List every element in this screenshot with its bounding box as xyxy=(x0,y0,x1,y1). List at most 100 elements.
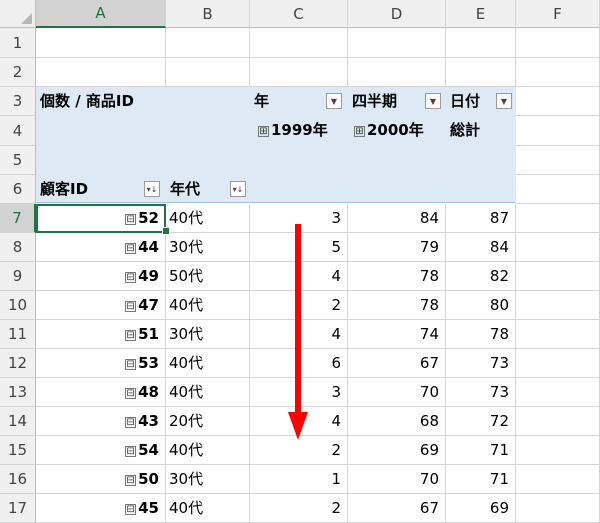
empty-cell[interactable] xyxy=(250,28,348,58)
age-cell[interactable]: 20代 xyxy=(166,407,250,436)
age-cell[interactable]: 30代 xyxy=(166,465,250,494)
grand-total-cell[interactable]: 69 xyxy=(446,494,516,523)
column-header-e[interactable]: E xyxy=(446,0,516,28)
row-header-15[interactable]: 15 xyxy=(0,436,36,465)
customer-id-cell[interactable]: ⊟ 50 xyxy=(36,465,166,494)
year-2000-count-cell[interactable]: 67 xyxy=(348,494,446,523)
collapse-icon[interactable]: ⊟ xyxy=(125,272,137,283)
customer-sort-dropdown[interactable]: ▾↓ xyxy=(144,181,160,197)
empty-cell[interactable] xyxy=(516,204,600,233)
customer-id-cell[interactable]: ⊟ 49 xyxy=(36,262,166,291)
empty-cell[interactable] xyxy=(516,58,600,87)
customer-id-cell[interactable]: ⊟ 48 xyxy=(36,378,166,407)
collapse-icon[interactable]: ⊟ xyxy=(125,417,137,428)
row-header-10[interactable]: 10 xyxy=(0,291,36,320)
empty-cell[interactable] xyxy=(516,116,600,146)
row-header-4[interactable]: 4 xyxy=(0,116,36,146)
row-header-5[interactable]: 5 xyxy=(0,146,36,175)
column-header-a[interactable]: A xyxy=(36,0,166,28)
row-header-2[interactable]: 2 xyxy=(0,58,36,87)
empty-cell[interactable] xyxy=(250,58,348,87)
empty-cell[interactable] xyxy=(516,291,600,320)
empty-cell[interactable] xyxy=(516,494,600,523)
grand-total-cell[interactable]: 73 xyxy=(446,378,516,407)
row-header-16[interactable]: 16 xyxy=(0,465,36,494)
grand-total-cell[interactable]: 87 xyxy=(446,204,516,233)
grand-total-cell[interactable]: 71 xyxy=(446,436,516,465)
age-cell[interactable]: 40代 xyxy=(166,204,250,233)
empty-cell[interactable] xyxy=(348,28,446,58)
empty-cell[interactable] xyxy=(516,349,600,378)
collapse-icon[interactable]: ⊟ xyxy=(125,446,137,457)
select-all-corner[interactable] xyxy=(0,0,36,28)
empty-cell[interactable] xyxy=(166,58,250,87)
row-header-13[interactable]: 13 xyxy=(0,378,36,407)
year-2000-count-cell[interactable]: 70 xyxy=(348,465,446,494)
empty-cell[interactable] xyxy=(446,28,516,58)
row-header-8[interactable]: 8 xyxy=(0,233,36,262)
age-cell[interactable]: 30代 xyxy=(166,233,250,262)
row-header-17[interactable]: 17 xyxy=(0,494,36,523)
customer-id-cell[interactable]: ⊟ 45 xyxy=(36,494,166,523)
row-header-3[interactable]: 3 xyxy=(0,87,36,116)
age-cell[interactable]: 50代 xyxy=(166,262,250,291)
fill-handle[interactable] xyxy=(162,227,170,235)
year-2000-header[interactable]: ⊞ 2000年 xyxy=(348,115,446,144)
age-cell[interactable]: 30代 xyxy=(166,320,250,349)
year-2000-count-cell[interactable]: 70 xyxy=(348,378,446,407)
customer-id-cell[interactable]: ⊟ 54 xyxy=(36,436,166,465)
grand-total-cell[interactable]: 78 xyxy=(446,320,516,349)
row-header-12[interactable]: 12 xyxy=(0,349,36,378)
empty-cell[interactable] xyxy=(516,87,600,116)
empty-cell[interactable] xyxy=(348,58,446,87)
cell-grid[interactable]: 個数 / 商品ID 年 ▼ 四半期 ▼ 日付 ▼ ⊞ 1999年 ⊞ 2000年 総… xyxy=(36,28,600,523)
collapse-icon[interactable]: ⊟ xyxy=(125,388,137,399)
column-header-d[interactable]: D xyxy=(348,0,446,28)
customer-id-cell[interactable]: ⊟ 43 xyxy=(36,407,166,436)
year-2000-count-cell[interactable]: 78 xyxy=(348,262,446,291)
age-cell[interactable]: 40代 xyxy=(166,436,250,465)
collapse-icon[interactable]: ⊟ xyxy=(125,301,137,312)
collapse-icon[interactable]: ⊟ xyxy=(125,475,137,486)
customer-id-cell[interactable]: ⊟ 44 xyxy=(36,233,166,262)
age-cell[interactable]: 40代 xyxy=(166,494,250,523)
grand-total-cell[interactable]: 71 xyxy=(446,465,516,494)
year-filter-dropdown[interactable]: ▼ xyxy=(326,93,342,109)
year-2000-count-cell[interactable]: 84 xyxy=(348,204,446,233)
empty-cell[interactable] xyxy=(36,58,166,87)
year-2000-count-cell[interactable]: 79 xyxy=(348,233,446,262)
customer-id-cell[interactable]: ⊟ 47 xyxy=(36,291,166,320)
age-sort-dropdown[interactable]: ▾↓ xyxy=(230,181,246,197)
empty-cell[interactable] xyxy=(516,175,600,204)
empty-cell[interactable] xyxy=(516,233,600,262)
collapse-icon[interactable]: ⊟ xyxy=(125,359,137,370)
pivot-data-field-label[interactable]: 個数 / 商品ID xyxy=(36,86,250,115)
collapse-icon[interactable]: ⊟ xyxy=(125,214,137,225)
year-2000-count-cell[interactable]: 68 xyxy=(348,407,446,436)
row-header-14[interactable]: 14 xyxy=(0,407,36,436)
year-1999-count-cell[interactable]: 1 xyxy=(250,465,348,494)
empty-cell[interactable] xyxy=(166,28,250,58)
empty-cell[interactable] xyxy=(516,436,600,465)
empty-cell[interactable] xyxy=(516,465,600,494)
grand-total-cell[interactable]: 82 xyxy=(446,262,516,291)
empty-cell[interactable] xyxy=(516,262,600,291)
column-header-f[interactable]: F xyxy=(516,0,600,28)
row-header-1[interactable]: 1 xyxy=(0,28,36,58)
year-1999-count-cell[interactable]: 2 xyxy=(250,494,348,523)
customer-id-cell[interactable]: ⊟ 52 xyxy=(36,204,166,233)
collapse-icon[interactable]: ⊟ xyxy=(125,330,137,341)
empty-cell[interactable] xyxy=(516,378,600,407)
column-header-b[interactable]: B xyxy=(166,0,250,28)
column-header-c[interactable]: C xyxy=(250,0,348,28)
expand-icon[interactable]: ⊞ xyxy=(354,126,365,137)
year-2000-count-cell[interactable]: 74 xyxy=(348,320,446,349)
grand-total-cell[interactable]: 80 xyxy=(446,291,516,320)
row-header-7[interactable]: 7 xyxy=(0,204,36,233)
grand-total-cell[interactable]: 84 xyxy=(446,233,516,262)
collapse-icon[interactable]: ⊟ xyxy=(125,504,137,515)
year-2000-count-cell[interactable]: 69 xyxy=(348,436,446,465)
date-filter-dropdown[interactable]: ▼ xyxy=(496,93,512,109)
expand-icon[interactable]: ⊞ xyxy=(258,126,269,137)
empty-cell[interactable] xyxy=(516,407,600,436)
